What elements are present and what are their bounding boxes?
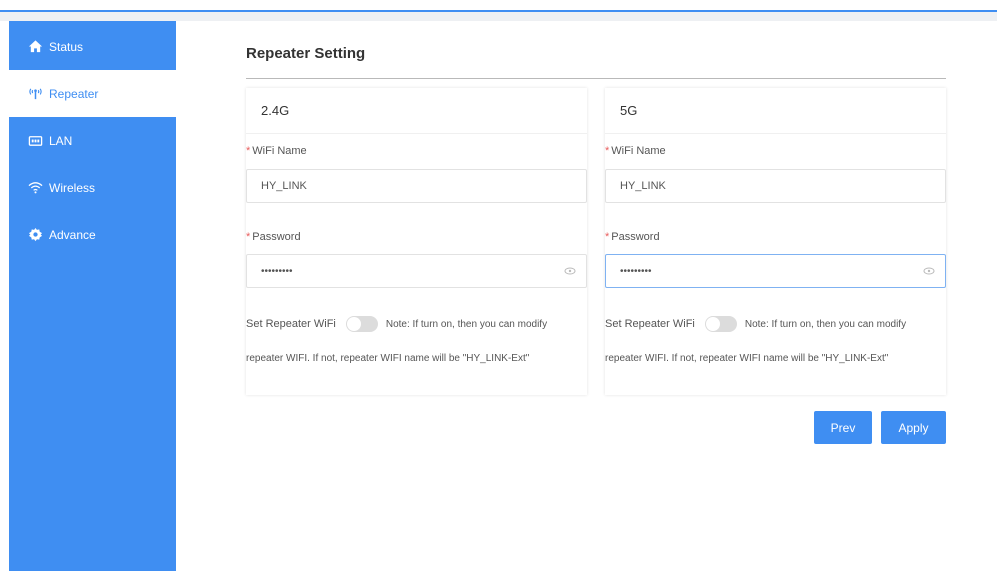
password-value: •••••••••: [261, 265, 293, 277]
wifi-name-label-text: WiFi Name: [611, 145, 666, 157]
note-text: Note: If turn on, then you can modify: [385, 318, 548, 330]
repeater-wifi-switch[interactable]: [345, 316, 378, 332]
wifi-name-value: HY_LINK: [261, 180, 307, 192]
password-label-text: Password: [252, 231, 301, 243]
sidebar-item-label: LAN: [49, 133, 73, 148]
password-label: * Password: [605, 231, 660, 243]
prev-button[interactable]: Prev: [814, 411, 872, 444]
sidebar-item-status[interactable]: Status: [9, 23, 176, 70]
wifi-name-input[interactable]: HY_LINK: [246, 169, 587, 203]
sidebar-item-wireless[interactable]: Wireless: [9, 164, 176, 211]
note-text-line2: repeater WIFI. If not, repeater WIFI nam…: [605, 353, 889, 364]
sidebar-item-advance[interactable]: Advance: [9, 211, 176, 258]
wifi-name-value: HY_LINK: [620, 180, 666, 192]
repeater-wifi-switch[interactable]: [704, 316, 737, 332]
password-input[interactable]: •••••••••: [246, 254, 587, 288]
title-divider: [246, 78, 946, 79]
wifi-name-label: * WiFi Name: [246, 145, 307, 157]
card-band-title: 5G: [605, 88, 946, 134]
eye-icon[interactable]: [564, 266, 576, 276]
toggle-label: Set Repeater WiFi: [605, 318, 695, 330]
wifi-name-label: * WiFi Name: [605, 145, 666, 157]
card-5g: 5G * WiFi Name HY_LINK * Password ••••••••…: [605, 88, 946, 395]
required-mark: *: [605, 231, 610, 243]
wifi-name-label-text: WiFi Name: [252, 145, 307, 157]
required-mark: *: [605, 145, 610, 157]
apply-button[interactable]: Apply: [881, 411, 946, 444]
sidebar-item-lan[interactable]: LAN: [9, 117, 176, 164]
sidebar-item-repeater[interactable]: Repeater: [9, 70, 176, 117]
password-value: •••••••••: [620, 265, 652, 277]
note-text: Note: If turn on, then you can modify: [744, 318, 907, 330]
note-text-line2: repeater WIFI. If not, repeater WIFI nam…: [246, 353, 530, 364]
card-2-4g: 2.4G * WiFi Name HY_LINK * Password ••••••…: [246, 88, 587, 395]
sidebar: Status Repeater LAN Wireless Advance: [9, 21, 176, 571]
required-mark: *: [246, 231, 251, 243]
repeater-toggle-row: Set Repeater WiFi Note: If turn on, then…: [605, 316, 946, 332]
wifi-name-input[interactable]: HY_LINK: [605, 169, 946, 203]
password-label: * Password: [246, 231, 301, 243]
card-band-title: 2.4G: [246, 88, 587, 134]
password-label-text: Password: [611, 231, 660, 243]
home-icon: [27, 39, 43, 55]
sidebar-item-label: Wireless: [49, 180, 96, 195]
sidebar-item-label: Advance: [49, 227, 96, 242]
page-title: Repeater Setting: [246, 45, 366, 62]
sidebar-item-label: Repeater: [49, 86, 99, 101]
lan-icon: [27, 133, 43, 149]
repeater-icon: [27, 86, 43, 102]
toggle-label: Set Repeater WiFi: [246, 318, 336, 330]
password-input[interactable]: •••••••••: [605, 254, 946, 288]
top-shade: [0, 12, 997, 21]
sidebar-item-label: Status: [49, 39, 84, 54]
repeater-toggle-row: Set Repeater WiFi Note: If turn on, then…: [246, 316, 587, 332]
gear-icon: [27, 227, 43, 243]
required-mark: *: [246, 145, 251, 157]
eye-icon[interactable]: [923, 266, 935, 276]
wifi-icon: [27, 180, 43, 196]
